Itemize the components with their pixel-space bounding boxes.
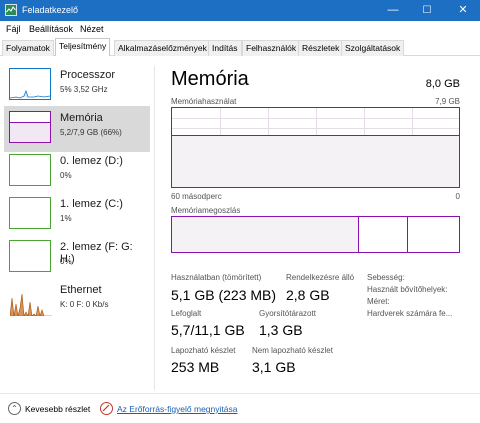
- cached-value: 1,3 GB: [259, 322, 303, 338]
- in-use-label: Használatban (tömörített): [171, 273, 262, 282]
- sidebar-item-value: 5,2/7,9 GB (66%): [60, 128, 122, 137]
- tab-bar: Folyamatok Teljesítmény Alkalmazáselőzmé…: [0, 37, 480, 57]
- title-bar: Feladatkezelő — ☐ ✕: [0, 0, 480, 21]
- memory-composition-label: Memóriamegoszlás: [171, 206, 241, 215]
- nonpaged-pool-label: Nem lapozható készlet: [252, 346, 333, 355]
- composition-divider: [407, 217, 408, 252]
- chevron-up-icon[interactable]: ⌃: [8, 402, 21, 415]
- sidebar-item-disk-d[interactable]: 0. lemez (D:) 0%: [4, 149, 150, 195]
- menu-options[interactable]: Beállítások: [29, 24, 73, 34]
- ethernet-thumbnail: [9, 283, 52, 318]
- menu-file[interactable]: Fájl: [6, 24, 21, 34]
- memory-usage-label: Memóriahasználat: [171, 97, 237, 106]
- open-resource-monitor-link[interactable]: Az Erőforrás-figyelő megnyitása: [117, 404, 237, 414]
- sidebar-item-cpu[interactable]: Processzor 5% 3,52 GHz: [4, 63, 150, 109]
- sidebar-item-value: 0%: [60, 171, 72, 180]
- sidebar-item-value: K: 0 F: 0 Kb/s: [60, 300, 109, 309]
- sidebar-item-ethernet[interactable]: Ethernet K: 0 F: 0 Kb/s: [4, 278, 150, 324]
- sidebar-item-label: Processzor: [60, 69, 116, 81]
- tab-users[interactable]: Felhasználók: [242, 40, 301, 56]
- memory-usage-max: 7,9 GB: [435, 97, 460, 106]
- maximize-button[interactable]: ☐: [410, 0, 444, 21]
- sidebar-item-disk-c[interactable]: 1. lemez (C:) 1%: [4, 192, 150, 238]
- task-manager-icon: [5, 4, 17, 16]
- minimize-button[interactable]: —: [376, 0, 410, 21]
- cpu-thumbnail: [9, 68, 51, 100]
- footer: ⌃ Kevesebb részlet Az Erőforrás-figyelő …: [0, 393, 480, 423]
- available-value: 2,8 GB: [286, 287, 330, 303]
- cpu-mini-graph: [9, 89, 51, 99]
- paged-pool-label: Lapozható készlet: [171, 346, 236, 355]
- memory-composition-bar: [171, 216, 460, 253]
- graph-time-left: 60 másodperc: [171, 192, 222, 201]
- committed-label: Lefoglalt: [171, 309, 202, 318]
- performance-panel: Processzor 5% 3,52 GHz Memória 5,2/7,9 G…: [0, 56, 480, 393]
- sidebar-item-value: 1%: [60, 214, 72, 223]
- close-button[interactable]: ✕: [446, 0, 480, 21]
- ethernet-mini-graph: [9, 293, 52, 318]
- memory-usage-fill: [172, 134, 459, 187]
- sidebar-item-label: 0. lemez (D:): [60, 155, 123, 167]
- graph-time-right: 0: [455, 192, 460, 201]
- tab-services[interactable]: Szolgáltatások: [341, 40, 405, 56]
- tab-details[interactable]: Részletek: [298, 40, 344, 56]
- tab-performance[interactable]: Teljesítmény: [55, 38, 111, 57]
- resource-monitor-icon: [100, 402, 113, 415]
- sidebar-item-label: Ethernet: [60, 284, 102, 296]
- available-label: Rendelkezésre álló: [286, 273, 355, 282]
- sidebar-item-label: 2. lemez (F: G: H:): [60, 241, 133, 265]
- sidebar-item-disk-fgh[interactable]: 2. lemez (F: G: H:) 0%: [4, 235, 150, 281]
- disk-thumbnail: [9, 154, 51, 186]
- memory-thumbnail: [9, 111, 51, 143]
- sidebar-item-value: 0%: [60, 257, 72, 266]
- slots-label: Használt bővítőhelyek:: [367, 285, 448, 294]
- committed-value: 5,7/11,1 GB: [171, 322, 245, 338]
- menu-bar: Fájl Beállítások Nézet: [0, 21, 480, 37]
- hw-reserved-label: Hardverek számára fe...: [367, 309, 453, 318]
- disk-thumbnail: [9, 197, 51, 229]
- tab-startup[interactable]: Indítás: [208, 40, 242, 56]
- nonpaged-pool-value: 3,1 GB: [252, 359, 296, 375]
- sidebar-item-label: Memória: [60, 112, 103, 124]
- paged-pool-value: 253 MB: [171, 359, 220, 375]
- sidebar-item-label: 1. lemez (C:): [60, 198, 123, 210]
- form-factor-label: Méret:: [367, 297, 390, 306]
- fewer-details-button[interactable]: Kevesebb részlet: [25, 404, 90, 414]
- sidebar-item-memory[interactable]: Memória 5,2/7,9 GB (66%): [4, 106, 150, 152]
- composition-in-use: [172, 217, 359, 252]
- cached-label: Gyorsítótárazott: [259, 309, 316, 318]
- sidebar-divider: [154, 66, 155, 390]
- disk-thumbnail: [9, 240, 51, 272]
- memory-usage-graph: [171, 107, 460, 188]
- window-title: Feladatkezelő: [22, 5, 79, 15]
- menu-view[interactable]: Nézet: [80, 24, 104, 34]
- tab-app-history[interactable]: Alkalmazáselőzmények: [114, 40, 211, 56]
- memory-total: 8,0 GB: [425, 78, 460, 90]
- page-title: Memória: [171, 68, 249, 90]
- memory-thumbnail-fill: [10, 122, 50, 142]
- speed-label: Sebesség:: [367, 273, 405, 282]
- tab-processes[interactable]: Folyamatok: [2, 40, 54, 56]
- in-use-value: 5,1 GB (223 MB): [171, 287, 277, 303]
- sidebar-item-value: 5% 3,52 GHz: [60, 85, 108, 94]
